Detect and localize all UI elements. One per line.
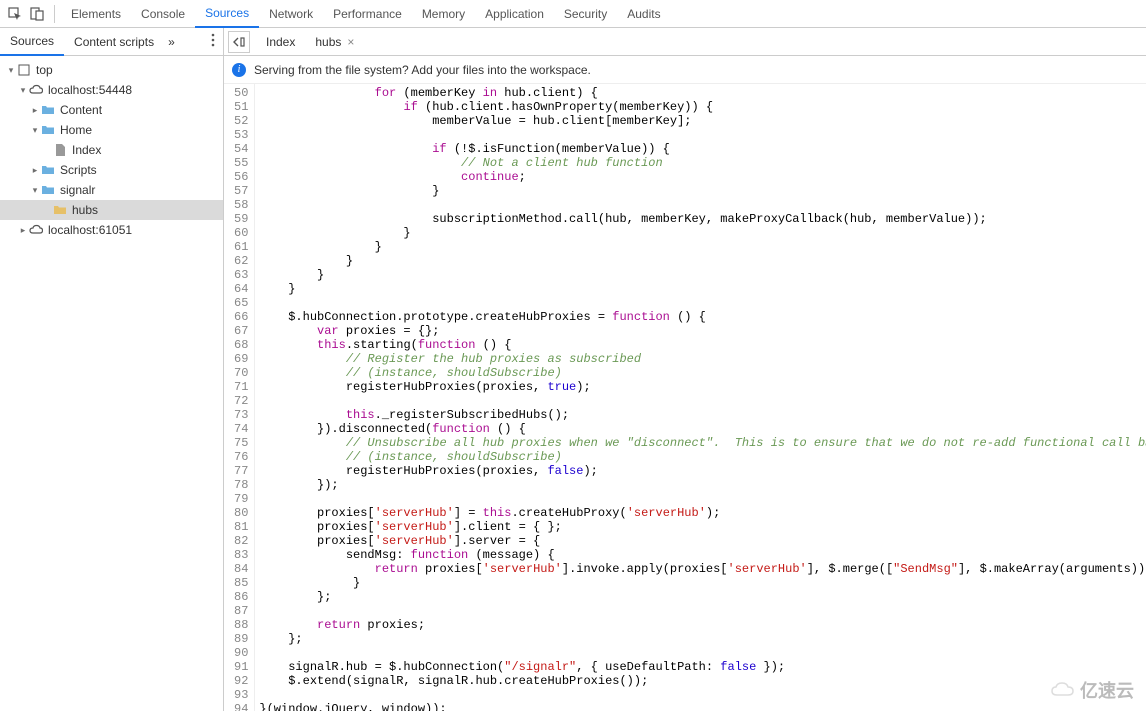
editor-tab-index[interactable]: Index (256, 30, 305, 54)
folder-y-icon (52, 202, 68, 218)
tree-node-localhost-54448[interactable]: ▾ localhost:54448 (0, 80, 223, 100)
code-content[interactable]: for (memberKey in hub.client) { if (hub.… (255, 84, 1146, 711)
sidebar-menu-icon[interactable] (211, 33, 215, 50)
watermark: 亿速云 (1050, 677, 1134, 703)
tree-node-signalr[interactable]: ▾ signalr (0, 180, 223, 200)
tree-node-label: Scripts (60, 163, 97, 177)
main-tab-memory[interactable]: Memory (412, 0, 475, 28)
workspace-info-bar[interactable]: i Serving from the file system? Add your… (224, 56, 1146, 84)
main-tab-audits[interactable]: Audits (617, 0, 670, 28)
tree-node-scripts[interactable]: ▸ Scripts (0, 160, 223, 180)
frame-icon (16, 62, 32, 78)
tree-node-label: hubs (72, 203, 98, 217)
expand-arrow-icon[interactable]: ▸ (30, 165, 40, 176)
tree-node-hubs[interactable]: hubs (0, 200, 223, 220)
expand-arrow-icon[interactable]: ▾ (30, 185, 40, 196)
expand-arrow-icon[interactable]: ▸ (18, 225, 28, 236)
editor-pane: Index hubs × i Serving from the file syste… (224, 28, 1146, 711)
editor-tabbar: Index hubs × (224, 28, 1146, 56)
main-tab-console[interactable]: Console (131, 0, 195, 28)
main-tab-application[interactable]: Application (475, 0, 554, 28)
line-gutter: 5051525354555657585960616263646566676869… (224, 84, 255, 711)
sidebar-more-icon[interactable]: » (168, 35, 175, 49)
tree-node-localhost-61051[interactable]: ▸ localhost:61051 (0, 220, 223, 240)
main-tab-sources[interactable]: Sources (195, 0, 259, 28)
file-icon (52, 142, 68, 158)
close-tab-icon[interactable]: × (347, 35, 354, 49)
folder-icon (40, 182, 56, 198)
toolbar-divider (54, 5, 55, 23)
editor-tab-label: hubs (315, 35, 341, 49)
main-tab-network[interactable]: Network (259, 0, 323, 28)
tree-node-label: localhost:54448 (48, 83, 132, 97)
main-tabs: ElementsConsoleSourcesNetworkPerformance… (61, 0, 671, 28)
device-toolbar-icon[interactable] (26, 3, 48, 25)
tree-node-label: Content (60, 103, 102, 117)
folder-icon (40, 162, 56, 178)
expand-arrow-icon[interactable]: ▾ (18, 85, 28, 96)
tree-node-label: signalr (60, 183, 95, 197)
tree-node-label: Home (60, 123, 92, 137)
inspect-element-icon[interactable] (4, 3, 26, 25)
sidebar-tab-content-scripts[interactable]: Content scripts (64, 28, 164, 56)
sidebar-tabs: SourcesContent scripts » (0, 28, 223, 56)
editor-tab-label: Index (266, 35, 295, 49)
expand-arrow-icon[interactable]: ▾ (30, 125, 40, 136)
tree-node-index[interactable]: Index (0, 140, 223, 160)
tree-node-top[interactable]: ▾ top (0, 60, 223, 80)
expand-arrow-icon[interactable]: ▸ (30, 105, 40, 116)
main-tab-security[interactable]: Security (554, 0, 617, 28)
main-tab-performance[interactable]: Performance (323, 0, 412, 28)
tree-node-label: localhost:61051 (48, 223, 132, 237)
history-nav-button[interactable] (228, 31, 250, 53)
tree-node-label: Index (72, 143, 101, 157)
tree-node-content[interactable]: ▸ Content (0, 100, 223, 120)
tree-node-home[interactable]: ▾ Home (0, 120, 223, 140)
expand-arrow-icon[interactable]: ▾ (6, 65, 16, 76)
info-text: Serving from the file system? Add your f… (254, 63, 591, 77)
folder-icon (40, 102, 56, 118)
folder-icon (40, 122, 56, 138)
cloud-icon (28, 82, 44, 98)
main-tab-elements[interactable]: Elements (61, 0, 131, 28)
tree-node-label: top (36, 63, 53, 77)
source-editor[interactable]: 5051525354555657585960616263646566676869… (224, 84, 1146, 711)
sidebar-tab-sources[interactable]: Sources (0, 28, 64, 56)
devtools-toolbar: ElementsConsoleSourcesNetworkPerformance… (0, 0, 1146, 28)
navigator-sidebar: SourcesContent scripts » ▾ top ▾ localhost:… (0, 28, 224, 711)
cloud-icon (28, 222, 44, 238)
editor-tab-hubs[interactable]: hubs × (305, 30, 364, 54)
file-tree[interactable]: ▾ top ▾ localhost:54448 ▸ Content ▾ Home Index ▸ S… (0, 56, 223, 711)
info-icon: i (232, 63, 246, 77)
